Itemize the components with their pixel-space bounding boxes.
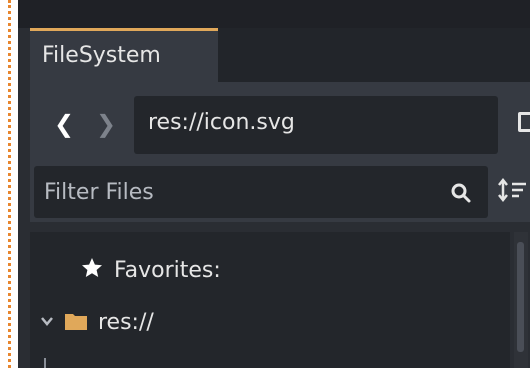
tree-item-res-root[interactable]: res:// [40,310,154,335]
tree-guide-line [44,358,46,368]
scrollbar-thumb[interactable] [517,242,524,352]
split-view-icon[interactable] [518,112,530,132]
path-value: res://icon.svg [148,110,295,135]
path-navigation-bar: ❮ ❯ res://icon.svg [30,82,530,162]
dock-drop-edge [8,0,11,368]
filter-bar: Filter Files [30,162,530,222]
path-input[interactable]: res://icon.svg [134,96,498,154]
folder-icon [65,314,87,330]
sort-icon[interactable] [498,178,528,204]
tab-filesystem[interactable]: FileSystem [30,28,218,82]
chevron-right-icon[interactable]: ❯ [96,110,116,138]
tab-filesystem-label: FileSystem [42,43,161,68]
dock-top-bar [18,0,530,28]
tree-item-favorites[interactable]: Favorites: [80,256,221,283]
chevron-down-icon[interactable] [40,314,54,328]
star-icon [82,258,102,277]
filter-files-input[interactable]: Filter Files [34,166,488,218]
screenshot-frame: FileSystem ❮ ❯ res://icon.svg Filter Fil… [0,0,530,368]
file-tree-scrollbar[interactable] [514,232,528,368]
tab-strip [218,28,530,82]
chevron-left-icon[interactable]: ❮ [54,110,74,138]
search-icon[interactable] [450,182,472,204]
file-tree: Favorites: res:// [30,232,510,368]
favorites-label: Favorites: [114,258,221,283]
filter-placeholder: Filter Files [44,180,154,205]
res-root-label: res:// [98,310,154,335]
filesystem-dock: FileSystem ❮ ❯ res://icon.svg Filter Fil… [18,0,530,368]
